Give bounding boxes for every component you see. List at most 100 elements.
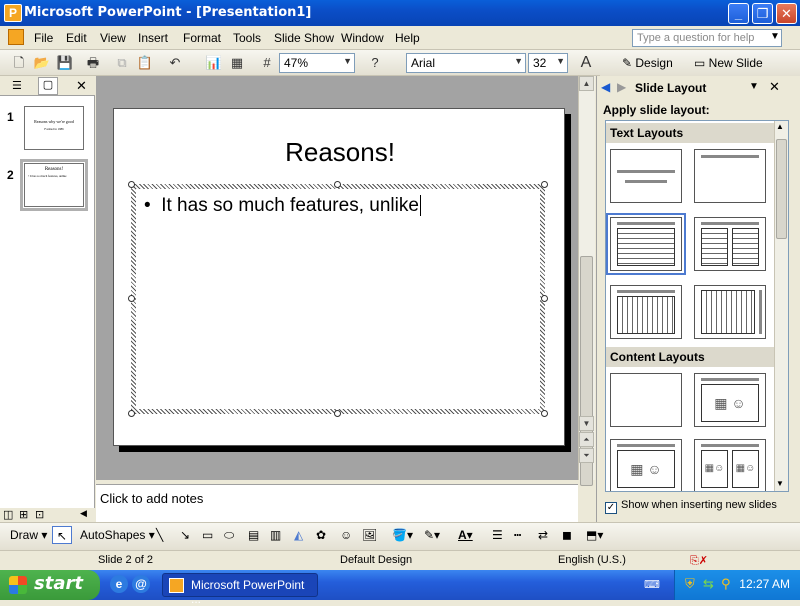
keyboard-icon[interactable]: ⌨ — [644, 578, 660, 591]
menu-insert[interactable]: Insert — [138, 31, 168, 45]
slide-title[interactable]: Reasons! — [114, 137, 566, 168]
minimize-button[interactable]: _ — [728, 3, 749, 24]
notes-pane[interactable]: Click to add notes — [96, 484, 578, 522]
insert-chart-icon[interactable]: 📊 — [205, 54, 223, 72]
vertical-scrollbar[interactable]: ▲ ▼ ⏶ ⏷ — [578, 76, 595, 486]
zoom-select[interactable]: 47% ▼ — [279, 53, 355, 73]
font-grow-icon[interactable]: A — [577, 54, 595, 72]
wordart-icon[interactable]: ▥ — [270, 526, 281, 544]
close-task-pane-icon[interactable]: ✕ — [769, 79, 780, 95]
scroll-up-icon[interactable]: ▲ — [579, 76, 594, 91]
gallery-scrollbar[interactable]: ▲ ▼ — [774, 121, 788, 491]
spelling-status-icon[interactable]: ⎘✗ — [690, 554, 708, 568]
text-area[interactable]: • It has so much features, unlike — [136, 189, 540, 409]
menu-view[interactable]: View — [100, 31, 126, 45]
open-folder-icon[interactable]: 📂 — [33, 54, 51, 72]
resize-handle-se[interactable] — [541, 410, 548, 417]
resize-handle-nw[interactable] — [128, 181, 135, 188]
autoshapes-menu-button[interactable]: AutoShapes ▾ — [80, 526, 155, 544]
layout-blank[interactable] — [610, 373, 682, 427]
insert-picture-icon[interactable]: ☺ — [340, 526, 352, 544]
help-icon[interactable]: ? — [366, 54, 384, 72]
resize-handle-e[interactable] — [541, 295, 548, 302]
help-search-input[interactable]: Type a question for help — [632, 29, 782, 47]
previous-slide-icon[interactable]: ⏶ — [579, 432, 594, 447]
help-dropdown-icon[interactable]: ▼ — [770, 31, 780, 42]
bullet-line[interactable]: • It has so much features, unlike — [144, 195, 421, 217]
new-document-icon[interactable]: 🗋 — [10, 54, 28, 72]
dash-style-icon[interactable]: ┅ — [514, 526, 521, 544]
paste-icon[interactable]: 📋 — [136, 54, 154, 72]
diagram-icon[interactable]: ◭ — [294, 526, 303, 544]
slide-show-icon[interactable]: ⊡ — [35, 508, 44, 521]
close-button[interactable]: ✕ — [776, 3, 797, 24]
line-style-icon[interactable]: ☰ — [492, 526, 503, 544]
insert-table-icon[interactable]: ▦ — [228, 54, 246, 72]
back-arrow-icon[interactable]: ◀ — [601, 80, 610, 94]
menu-help[interactable]: Help — [395, 31, 420, 45]
draw-menu-button[interactable]: Draw ▾ — [10, 526, 47, 544]
close-pane-icon[interactable]: ✕ — [76, 78, 87, 94]
slide-thumbnail-1[interactable]: Reasons why we're good Formed in 1986 — [24, 106, 84, 150]
rectangle-icon[interactable]: ▭ — [202, 526, 213, 544]
scroll-down-icon[interactable]: ▼ — [776, 479, 784, 488]
restore-button[interactable]: ❐ — [752, 3, 773, 24]
menu-file[interactable]: File — [34, 31, 53, 45]
start-button[interactable]: start — [0, 570, 100, 600]
line-color-icon[interactable]: ✎▾ — [424, 526, 440, 544]
show-when-inserting-checkbox[interactable]: ✓ — [605, 502, 617, 514]
shadow-style-icon[interactable]: ◼ — [562, 526, 572, 544]
layout-two-column-text[interactable] — [694, 217, 766, 271]
task-pane-menu-icon[interactable]: ▼ — [749, 81, 759, 92]
resize-handle-n[interactable] — [334, 181, 341, 188]
normal-view-icon[interactable]: ◫ — [3, 508, 13, 521]
body-text-placeholder[interactable]: • It has so much features, unlike — [131, 184, 545, 414]
menu-format[interactable]: Format — [183, 31, 221, 45]
document-icon[interactable] — [8, 29, 24, 45]
show-when-inserting-option[interactable]: ✓ Show when inserting new slides — [605, 499, 777, 514]
scroll-left-icon[interactable]: ◀ — [80, 508, 87, 519]
menu-window[interactable]: Window — [341, 31, 384, 45]
layout-title-only[interactable] — [694, 149, 766, 203]
layout-content[interactable]: ▦ ☺ — [694, 373, 766, 427]
slide-thumbnail-2[interactable]: Reasons! • It has so much features, unli… — [24, 163, 84, 207]
search-tray-icon[interactable]: ⚲ — [721, 576, 731, 592]
scroll-up-icon[interactable]: ▲ — [776, 122, 784, 131]
arrow-style-icon[interactable]: ⇄ — [538, 526, 548, 544]
new-slide-button[interactable]: ▭ New Slide — [694, 56, 763, 70]
security-shield-icon[interactable]: ⛨ — [685, 576, 695, 592]
font-select[interactable]: Arial ▼ — [406, 53, 526, 73]
select-objects-icon[interactable]: ↖ — [52, 526, 72, 544]
notes-placeholder[interactable]: Click to add notes — [100, 491, 203, 506]
font-size-select[interactable]: 32 ▼ — [528, 53, 568, 73]
gallery-scroll-thumb[interactable] — [776, 139, 787, 239]
slides-tab[interactable]: ▢ — [38, 77, 58, 95]
resize-handle-w[interactable] — [128, 295, 135, 302]
undo-icon[interactable]: ↶ — [166, 54, 184, 72]
taskbar-powerpoint-button[interactable]: Microsoft PowerPoint ... — [162, 573, 318, 606]
layout-title-and-vertical-text[interactable] — [610, 285, 682, 339]
network-icon[interactable]: ⇆ — [703, 576, 714, 592]
copy-icon[interactable]: ⧉ — [113, 54, 131, 72]
fill-color-icon[interactable]: 🪣▾ — [392, 526, 413, 544]
layout-vertical-title-and-text[interactable] — [694, 285, 766, 339]
layout-title-and-content[interactable]: ▦ ☺ — [610, 439, 682, 491]
forward-arrow-icon[interactable]: ▶ — [617, 80, 626, 94]
outlook-express-icon[interactable]: @ — [132, 575, 150, 593]
resize-handle-sw[interactable] — [128, 410, 135, 417]
resize-handle-s[interactable] — [334, 410, 341, 417]
internet-explorer-icon[interactable]: e — [110, 575, 128, 593]
resize-handle-ne[interactable] — [541, 181, 548, 188]
menu-edit[interactable]: Edit — [66, 31, 87, 45]
layout-title-and-text[interactable] — [606, 213, 686, 275]
oval-icon[interactable]: ⬭ — [224, 526, 234, 544]
design-button[interactable]: ✎ Design — [622, 56, 673, 70]
clip-art-icon[interactable]: ✿ — [316, 526, 326, 544]
image-icon[interactable]: 🖼 — [362, 526, 377, 544]
font-color-icon[interactable]: A▾ — [458, 526, 473, 544]
layout-two-content[interactable]: ▦☺ ▦☺ — [694, 439, 766, 491]
menu-tools[interactable]: Tools — [233, 31, 261, 45]
outline-tab[interactable]: ☰ — [12, 79, 22, 92]
layout-title-slide[interactable] — [610, 149, 682, 203]
line-icon[interactable]: ╲ — [156, 526, 163, 544]
